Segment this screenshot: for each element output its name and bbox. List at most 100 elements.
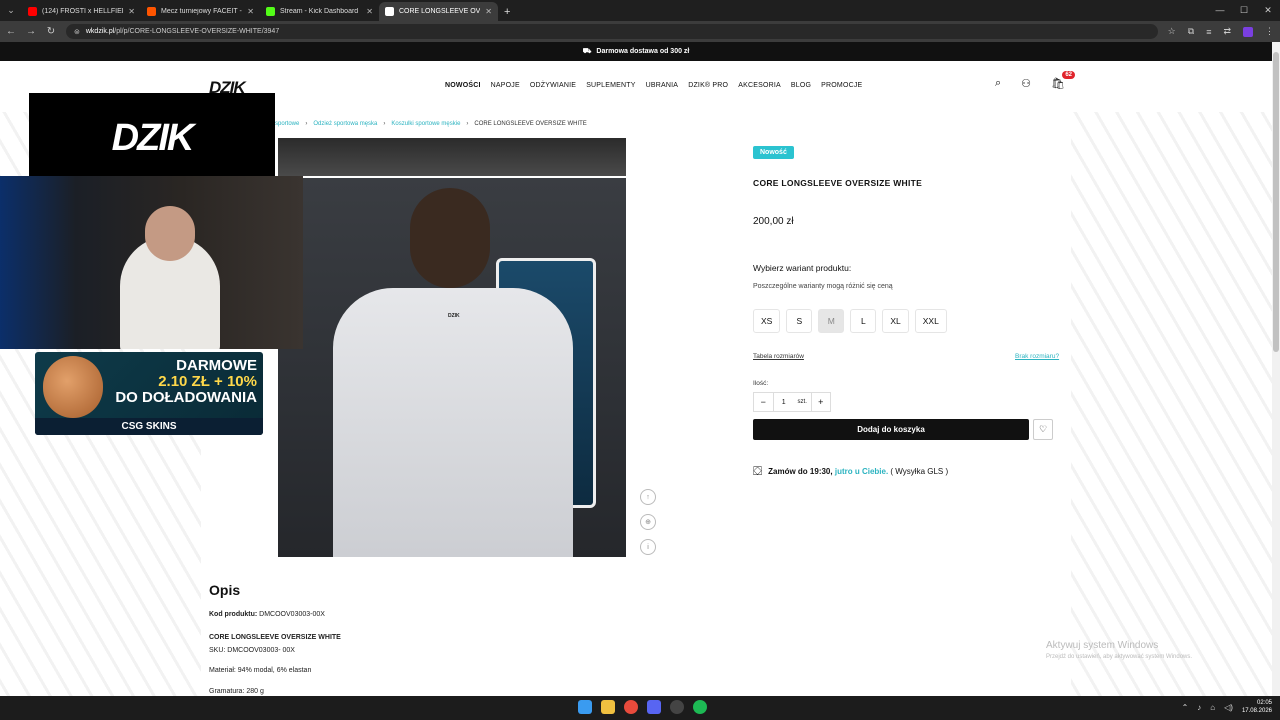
windows-start-icon[interactable] — [578, 700, 592, 714]
search-icon[interactable]: ⌕ — [995, 77, 1001, 90]
breadcrumb-current: CORE LONGSLEEVE OVERSIZE WHITE — [474, 121, 587, 127]
network-icon[interactable]: ⌂ — [1210, 703, 1215, 712]
size-table-link[interactable]: Tabela rozmiarów — [753, 353, 804, 360]
image-side-controls: ↑ ⊕ i — [640, 489, 656, 555]
back-icon[interactable]: ← — [6, 26, 16, 37]
extensions-icon[interactable]: ⧉ — [1188, 26, 1194, 37]
sponsor-ad-overlay: DARMOWE 2.10 ZŁ + 10% DO DOŁADOWANIA CSG… — [35, 352, 263, 435]
size-option-xl[interactable]: XL — [882, 309, 909, 333]
chevron-right-icon: › — [383, 121, 386, 127]
size-option-xxl[interactable]: XXL — [914, 309, 947, 333]
windows-taskbar: ⌃ ♪ ⌂ ◁) 02:05 17.08.2026 — [0, 696, 1280, 720]
forward-icon[interactable]: → — [26, 26, 36, 37]
ad-character-image — [43, 356, 103, 418]
minimize-icon[interactable]: — — [1208, 0, 1232, 21]
kick-icon — [266, 7, 275, 16]
product-main-image[interactable]: DZIK — [278, 178, 626, 557]
decrease-button[interactable]: − — [754, 393, 773, 411]
windows-activation-watermark: Aktywuj system Windows Przejdź do ustawi… — [1046, 640, 1193, 660]
page-scrollbar[interactable] — [1272, 42, 1280, 696]
nav-item-nowosci[interactable]: NOWOŚCI — [445, 82, 481, 89]
overlay-logo: DZIK — [29, 93, 275, 183]
microphone-icon[interactable]: ♪ — [1197, 703, 1201, 712]
nav-item-napoje[interactable]: NAPOJE — [491, 82, 520, 89]
close-icon[interactable]: ✕ — [247, 7, 254, 16]
package-icon: ⛋ — [753, 464, 763, 478]
chevron-up-icon[interactable]: ⌃ — [1182, 703, 1189, 712]
url-input[interactable]: ⊜ wkdzik.pl/pl/p/CORE-LONGSLEEVE-OVERSIZ… — [66, 24, 1158, 39]
description-material: Materiał: 94% modal, 6% elastan — [209, 667, 312, 674]
description-heading: Opis — [209, 582, 241, 598]
account-icon[interactable]: ⚇ — [1021, 77, 1031, 90]
zoom-icon[interactable]: ⊕ — [640, 514, 656, 530]
site-info-icon[interactable]: ⊜ — [74, 28, 80, 36]
close-window-icon[interactable]: ✕ — [1256, 0, 1280, 21]
reload-icon[interactable]: ↻ — [46, 26, 56, 37]
volume-icon[interactable]: ◁) — [1224, 703, 1233, 712]
variant-note: Poszczególne warianty mogą różnić się ce… — [753, 283, 893, 290]
profile-avatar[interactable] — [1243, 26, 1253, 37]
page-icon — [385, 7, 394, 16]
clock[interactable]: 02:05 17.08.2026 — [1242, 699, 1272, 715]
delivery-truck-icon: ⛟ — [582, 48, 592, 55]
nav-item-dzik-pro[interactable]: DZIK® PRO — [688, 82, 728, 89]
menu-icon[interactable]: ⋮ — [1265, 26, 1274, 37]
browser-tab[interactable]: Stream - Kick Dashboard ✕ — [260, 2, 379, 21]
nav-item-promocje[interactable]: PROMOCJE — [821, 82, 862, 89]
youtube-icon — [28, 7, 37, 16]
game-launcher-icon[interactable] — [670, 700, 684, 714]
breadcrumb-link[interactable]: Odzież sportowa męska — [313, 121, 377, 127]
close-icon[interactable]: ✕ — [485, 7, 492, 16]
size-missing-link[interactable]: Brak rozmiaru? — [1015, 353, 1059, 360]
breadcrumb-link[interactable]: Koszulki sportowe męskie — [391, 121, 460, 127]
media-icon[interactable]: ≡ — [1206, 27, 1211, 37]
close-icon[interactable]: ✕ — [128, 7, 135, 16]
size-option-xs[interactable]: XS — [753, 309, 781, 333]
close-icon[interactable]: ✕ — [366, 7, 373, 16]
maximize-icon[interactable]: ☐ — [1232, 0, 1256, 21]
page-viewport: ⛟ Darmowa dostawa od 300 zł DZIK NOWOŚCI… — [0, 42, 1272, 696]
nav-item-odzywianie[interactable]: ODŻYWIANIE — [530, 82, 576, 89]
browser-tab[interactable]: (124) FROSTI x HELLFIELD - WS ✕ — [22, 2, 141, 21]
header-icons: ⌕ ⚇ 🛍 62 — [995, 71, 1076, 90]
spotify-icon[interactable] — [693, 700, 707, 714]
file-explorer-icon[interactable] — [601, 700, 615, 714]
cart-count-badge: 62 — [1062, 71, 1076, 79]
breadcrumb: ...sportowe › Odzież sportowa męska › Ko… — [270, 121, 587, 127]
window-controls: — ☐ ✕ — [1208, 0, 1280, 21]
description-sku: SKU: DMCOOV03003- 00X — [209, 647, 295, 654]
nav-item-ubrania[interactable]: UBRANIA — [646, 82, 679, 89]
nav-item-blog[interactable]: BLOG — [791, 82, 811, 89]
size-option-l[interactable]: L — [850, 309, 877, 333]
new-tab-button[interactable]: + — [498, 2, 516, 21]
chrome-icon[interactable] — [624, 700, 638, 714]
info-icon[interactable]: i — [640, 539, 656, 555]
product-title: CORE LONGSLEEVE OVERSIZE WHITE — [753, 178, 923, 188]
model-shirt — [333, 288, 573, 557]
quantity-label: Ilość: — [753, 380, 769, 387]
nav-item-suplementy[interactable]: SUPLEMENTY — [586, 82, 635, 89]
cart-icon[interactable]: 🛍 62 — [1051, 71, 1076, 90]
main-navigation: NOWOŚCI NAPOJE ODŻYWIANIE SUPLEMENTY UBR… — [445, 82, 862, 89]
translate-icon[interactable]: ⇄ — [1223, 26, 1231, 37]
streamer-head — [145, 206, 195, 261]
share-icon[interactable]: ↑ — [640, 489, 656, 505]
address-bar: ← → ↻ ⊜ wkdzik.pl/pl/p/CORE-LONGSLEEVE-O… — [0, 21, 1280, 42]
scrollbar-thumb[interactable] — [1273, 52, 1279, 352]
size-selector: XS S M L XL XXL — [753, 309, 947, 333]
increase-button[interactable]: + — [812, 393, 831, 411]
size-option-s[interactable]: S — [786, 309, 813, 333]
model-head — [410, 188, 490, 288]
quantity-input[interactable]: 1 — [772, 393, 794, 411]
description-weight: Gramatura: 280 g — [209, 688, 264, 695]
discord-icon[interactable] — [647, 700, 661, 714]
size-option-m[interactable]: M — [818, 309, 845, 333]
browser-tab[interactable]: Mecz turniejowy FACEIT - FACE ✕ — [141, 2, 260, 21]
tab-search-icon[interactable]: ⌄ — [0, 0, 22, 21]
product-thumbnail[interactable] — [278, 138, 626, 176]
nav-item-akcesoria[interactable]: AKCESORIA — [738, 82, 781, 89]
add-to-cart-button[interactable]: Dodaj do koszyka — [753, 419, 1029, 440]
wishlist-heart-icon[interactable]: ♡ — [1033, 419, 1053, 440]
browser-tab-active[interactable]: CORE LONGSLEEVE OVERSIZE W ✕ — [379, 2, 498, 21]
bookmark-star-icon[interactable]: ☆ — [1168, 26, 1176, 37]
